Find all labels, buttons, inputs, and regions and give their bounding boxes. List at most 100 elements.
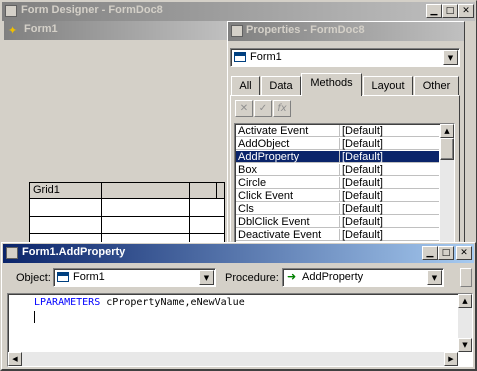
property-value: [Default] xyxy=(342,125,383,137)
form1-title: Form1 xyxy=(24,23,58,35)
tab-layout[interactable]: Layout xyxy=(363,76,413,95)
splitter-handle[interactable] xyxy=(460,268,472,287)
code-window-titlebar[interactable]: Form1.AddProperty ▁ □ ✕ xyxy=(3,244,474,263)
column-separator xyxy=(339,216,340,228)
property-row[interactable]: AddObject [Default] xyxy=(236,138,439,150)
scroll-down-icon[interactable]: ▼ xyxy=(458,338,472,352)
chevron-down-icon[interactable]: ▼ xyxy=(443,50,458,65)
properties-icon xyxy=(231,25,243,37)
property-row[interactable]: Activate Event [Default] xyxy=(236,125,439,137)
accept-icon[interactable]: ✓ xyxy=(254,100,272,117)
property-value: [Default] xyxy=(342,216,383,228)
grid-header-row: Grid1 xyxy=(30,183,224,199)
app-icon xyxy=(5,5,17,17)
form1-titlebar[interactable]: ✦ Form1 xyxy=(4,21,228,40)
code-keyword: LPARAMETERS xyxy=(34,297,101,308)
property-row[interactable]: Deactivate Event [Default] xyxy=(236,229,439,241)
property-row[interactable]: Click Event [Default] xyxy=(236,190,439,202)
form-object-icon xyxy=(57,272,69,282)
grid-col-line xyxy=(101,183,102,251)
tab-methods-label: Methods xyxy=(310,77,353,89)
procedure-combo-value: AddProperty xyxy=(302,271,364,283)
close-icon[interactable]: ✕ xyxy=(458,4,474,18)
column-separator xyxy=(339,164,340,176)
chevron-down-icon[interactable]: ▼ xyxy=(199,270,214,285)
column-separator xyxy=(339,190,340,202)
form-designer-title: Form Designer - FormDoc8 xyxy=(21,4,163,16)
function-icon[interactable]: fx xyxy=(273,100,291,117)
code-editor[interactable]: LPARAMETERS cPropertyName,eNewValue ▲ ▼ … xyxy=(7,293,473,367)
properties-title: Properties - FormDoc8 xyxy=(246,24,365,36)
property-value: [Default] xyxy=(342,229,383,241)
tab-methods[interactable]: Methods xyxy=(301,73,362,96)
grid-row-line xyxy=(30,216,224,217)
tab-data-label: Data xyxy=(269,80,293,92)
property-value: [Default] xyxy=(342,203,383,215)
property-row[interactable]: Circle [Default] xyxy=(236,177,439,189)
property-name: Activate Event xyxy=(238,125,309,137)
property-value: [Default] xyxy=(342,164,383,176)
grid-col-line xyxy=(216,183,217,199)
grid-label: Grid1 xyxy=(33,184,60,196)
object-label: Object: xyxy=(16,272,51,284)
form-object-icon xyxy=(234,52,246,62)
property-name: AddObject xyxy=(238,138,290,150)
property-value: [Default] xyxy=(342,190,383,202)
code-window: Form1.AddProperty ▁ □ ✕ Object: Form1 ▼ … xyxy=(1,242,476,370)
object-combo-value: Form1 xyxy=(73,271,105,283)
property-name: Box xyxy=(238,164,257,176)
form-designer-titlebar[interactable]: Form Designer - FormDoc8 ▁ □ ✕ xyxy=(2,2,475,21)
property-value: [Default] xyxy=(342,138,383,150)
minimize-icon[interactable]: ▁ xyxy=(422,246,438,260)
form1-window: ✦ Form1 Grid1 xyxy=(4,21,228,252)
column-separator xyxy=(339,177,340,189)
property-name: Circle xyxy=(238,177,267,189)
column-separator xyxy=(339,229,340,241)
maximize-icon[interactable]: □ xyxy=(442,4,458,18)
cancel-icon[interactable]: ✕ xyxy=(235,100,253,117)
tab-layout-label: Layout xyxy=(371,80,405,92)
property-name: Click Event xyxy=(238,190,294,202)
column-separator xyxy=(339,151,340,163)
property-list-scrollbar[interactable]: ▲ xyxy=(440,124,454,242)
property-name: AddProperty xyxy=(238,151,300,163)
form-canvas[interactable]: Grid1 xyxy=(4,40,228,252)
property-row[interactable]: Cls [Default] xyxy=(236,203,439,215)
tab-all[interactable]: All xyxy=(231,76,260,95)
code-hscrollbar[interactable]: ◀ ▶ xyxy=(8,352,458,366)
property-row[interactable]: DblClick Event [Default] xyxy=(236,216,439,228)
minimize-icon[interactable]: ▁ xyxy=(426,4,442,18)
property-name: DblClick Event xyxy=(238,216,310,228)
object-selector-value: Form1 xyxy=(250,51,282,63)
chevron-down-icon[interactable]: ▼ xyxy=(427,270,442,285)
property-rows: Activate Event [Default] AddObject [Default… xyxy=(236,125,440,241)
properties-titlebar[interactable]: Properties - FormDoc8 xyxy=(228,22,464,41)
properties-window: Properties - FormDoc8 Form1 ▼ All Data M… xyxy=(227,21,465,243)
tab-data[interactable]: Data xyxy=(261,76,301,95)
property-value: [Default] xyxy=(342,151,383,163)
procedure-combo[interactable]: ➜ AddProperty ▼ xyxy=(282,268,444,287)
tab-other-label: Other xyxy=(422,80,451,92)
scroll-left-icon[interactable]: ◀ xyxy=(8,352,22,366)
grid-col-line xyxy=(189,183,190,251)
scroll-right-icon[interactable]: ▶ xyxy=(444,352,458,366)
object-combo[interactable]: Form1 ▼ xyxy=(53,268,216,287)
scroll-up-icon[interactable]: ▲ xyxy=(458,294,472,308)
property-row[interactable]: AddProperty [Default] xyxy=(236,151,439,163)
text-caret xyxy=(34,311,35,323)
scroll-thumb[interactable] xyxy=(440,138,454,160)
grid-row-line xyxy=(30,233,224,234)
code-vscrollbar[interactable]: ▲ ▼ xyxy=(458,294,472,352)
scroll-up-icon[interactable]: ▲ xyxy=(440,124,454,138)
property-name: Cls xyxy=(238,203,254,215)
method-icon: ➜ xyxy=(287,270,297,283)
property-row[interactable]: Box [Default] xyxy=(236,164,439,176)
object-selector[interactable]: Form1 ▼ xyxy=(230,48,460,67)
code-window-title: Form1.AddProperty xyxy=(22,246,126,258)
form-icon: ✦ xyxy=(8,24,18,37)
maximize-icon[interactable]: □ xyxy=(438,246,454,260)
close-icon[interactable]: ✕ xyxy=(456,246,472,260)
property-name: Deactivate Event xyxy=(238,229,322,241)
tab-other[interactable]: Other xyxy=(414,76,459,95)
property-list: Activate Event [Default] AddObject [Default… xyxy=(234,123,455,243)
